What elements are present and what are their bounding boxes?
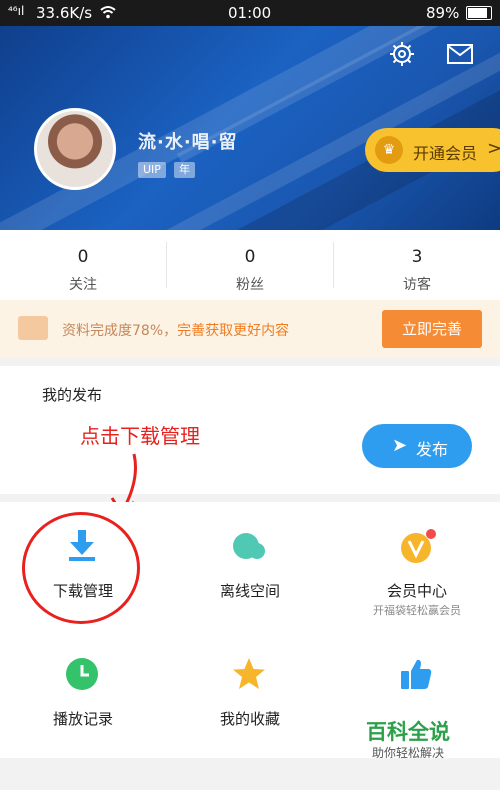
stat-value: 0 [77, 247, 89, 267]
stat-label: 关注 [69, 277, 97, 293]
grid-sublabel: 开福袋轻松赢会员 [373, 604, 461, 617]
grid-label: 播放记录 [52, 710, 113, 728]
annotation-text: 点击下载管理 [80, 424, 200, 448]
complete-now-button[interactable]: 立即完善 [382, 310, 482, 348]
avatar[interactable] [34, 108, 116, 190]
completion-text: 资料完成度78%，完善获取更好内容 [62, 320, 289, 340]
year-badge: 年 [174, 162, 195, 178]
grid-item-history[interactable]: 播放记录 [0, 630, 166, 758]
vip-icon [398, 528, 436, 564]
crown-icon: ♛ [375, 136, 403, 164]
watermark-title: 百科全说 [366, 720, 450, 744]
grid-label: 我的收藏 [219, 710, 280, 728]
signal-icon: ⁴⁶ıl [8, 4, 25, 18]
profile-card-icon [18, 316, 48, 340]
send-icon: ➤ [392, 435, 408, 456]
status-bar: ⁴⁶ıl 33.6K/s 01:00 89% [0, 0, 500, 26]
chevron-right-icon: > [487, 138, 500, 159]
stat-label: 访客 [403, 277, 431, 293]
grid-item-vip-center[interactable]: 会员中心 开福袋轻松赢会员 [334, 502, 500, 630]
wifi-icon [100, 5, 116, 23]
battery-text: 89% [426, 4, 460, 22]
my-post-title: 我的发布 [42, 386, 103, 404]
grid-item-offline[interactable]: 离线空间 [167, 502, 333, 630]
completion-prefix: 资料完成度78%， [62, 323, 178, 339]
cloud-icon [231, 528, 267, 564]
settings-icon[interactable] [388, 40, 416, 72]
grid-label: 离线空间 [219, 582, 280, 600]
stat-fans[interactable]: 0 粉丝 [167, 230, 333, 300]
stat-label: 粉丝 [236, 277, 264, 293]
stat-following[interactable]: 0 关注 [0, 230, 166, 300]
watermark: 百科全说 助你轻松解决 [352, 712, 484, 764]
stat-visitors[interactable]: 3 访客 [334, 230, 500, 300]
completion-highlight: 完善获取更好内容 [177, 323, 290, 339]
vip-badge: UIP [138, 162, 166, 178]
battery-icon [466, 6, 492, 20]
message-icon[interactable] [446, 42, 474, 70]
username[interactable]: 流·水·唱·留 [138, 128, 238, 154]
clock-icon [64, 656, 100, 692]
grid-label: 会员中心 [386, 582, 447, 600]
open-vip-label: 开通会员 [413, 144, 478, 163]
publish-button[interactable]: ➤ 发布 [362, 424, 472, 468]
annotation-circle [22, 512, 140, 624]
grid-item-favorites[interactable]: 我的收藏 [167, 630, 333, 758]
thumbs-up-icon [398, 656, 434, 692]
stat-value: 0 [244, 247, 256, 267]
status-time: 01:00 [228, 4, 272, 22]
open-vip-button[interactable]: ♛ 开通会员 > [365, 128, 500, 172]
publish-label: 发布 [416, 440, 449, 459]
network-speed: 33.6K/s [36, 4, 93, 22]
stat-value: 3 [411, 247, 423, 267]
star-icon [231, 656, 267, 692]
bottom-spacer [0, 758, 500, 790]
stats-bar: 0 关注 0 粉丝 3 访客 [0, 230, 500, 300]
